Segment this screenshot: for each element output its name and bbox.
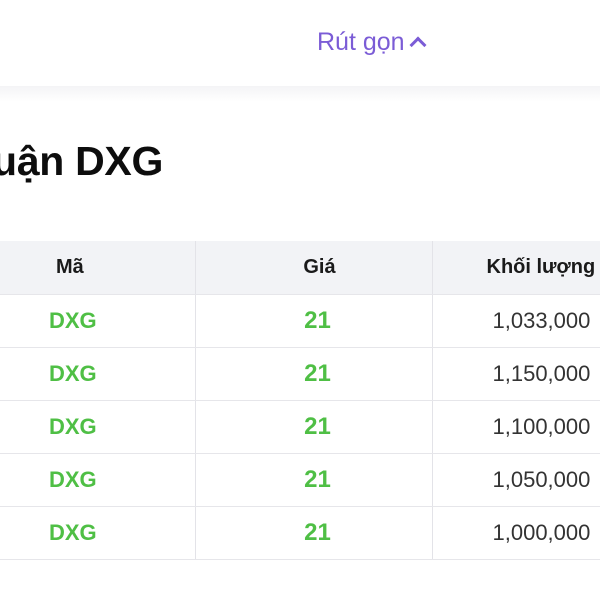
cell-price: 21 <box>195 453 433 507</box>
cell-volume: 1,000,000 <box>432 506 600 560</box>
table-row: DXG 21 1,000,000 <box>0 506 600 560</box>
table-header-row: Mã Giá Khối lượng <box>0 241 600 295</box>
cell-price: 21 <box>195 400 433 454</box>
cell-code: DXG <box>0 506 196 560</box>
collapse-label: Rút gọn <box>317 27 405 56</box>
cell-volume: 1,050,000 <box>432 453 600 507</box>
column-header-code: Mã <box>0 241 196 295</box>
cell-price: 21 <box>195 294 433 348</box>
cell-price: 21 <box>195 347 433 401</box>
table-row: DXG 21 1,050,000 <box>0 453 600 507</box>
table-body: DXG 21 1,033,000 DXG 21 1,150,000 DXG 21… <box>0 294 600 560</box>
page: Rút gọn uận DXG Mã Giá Khối lượng DXG 21 <box>0 0 600 600</box>
table-row: DXG 21 1,033,000 <box>0 294 600 348</box>
cell-code: DXG <box>0 400 196 454</box>
cell-volume: 1,100,000 <box>432 400 600 454</box>
table-row: DXG 21 1,150,000 <box>0 347 600 401</box>
chevron-up-icon <box>409 36 427 54</box>
column-header-price: Giá <box>195 241 433 295</box>
cell-code: DXG <box>0 347 196 401</box>
cell-volume: 1,033,000 <box>432 294 600 348</box>
table-row: DXG 21 1,100,000 <box>0 400 600 454</box>
table-header: Mã Giá Khối lượng <box>0 241 600 295</box>
collapse-bar: Rút gọn <box>0 0 600 86</box>
cell-volume: 1,150,000 <box>432 347 600 401</box>
cell-code: DXG <box>0 294 196 348</box>
trades-table-container: Mã Giá Khối lượng DXG 21 1,033,000 DXG 2… <box>0 241 600 560</box>
column-header-volume: Khối lượng <box>432 241 600 295</box>
collapse-button[interactable]: Rút gọn <box>317 27 427 57</box>
section-divider <box>0 86 600 102</box>
trades-table: Mã Giá Khối lượng DXG 21 1,033,000 DXG 2… <box>0 241 600 560</box>
section-title: uận DXG <box>0 138 164 184</box>
cell-price: 21 <box>195 506 433 560</box>
cell-code: DXG <box>0 453 196 507</box>
